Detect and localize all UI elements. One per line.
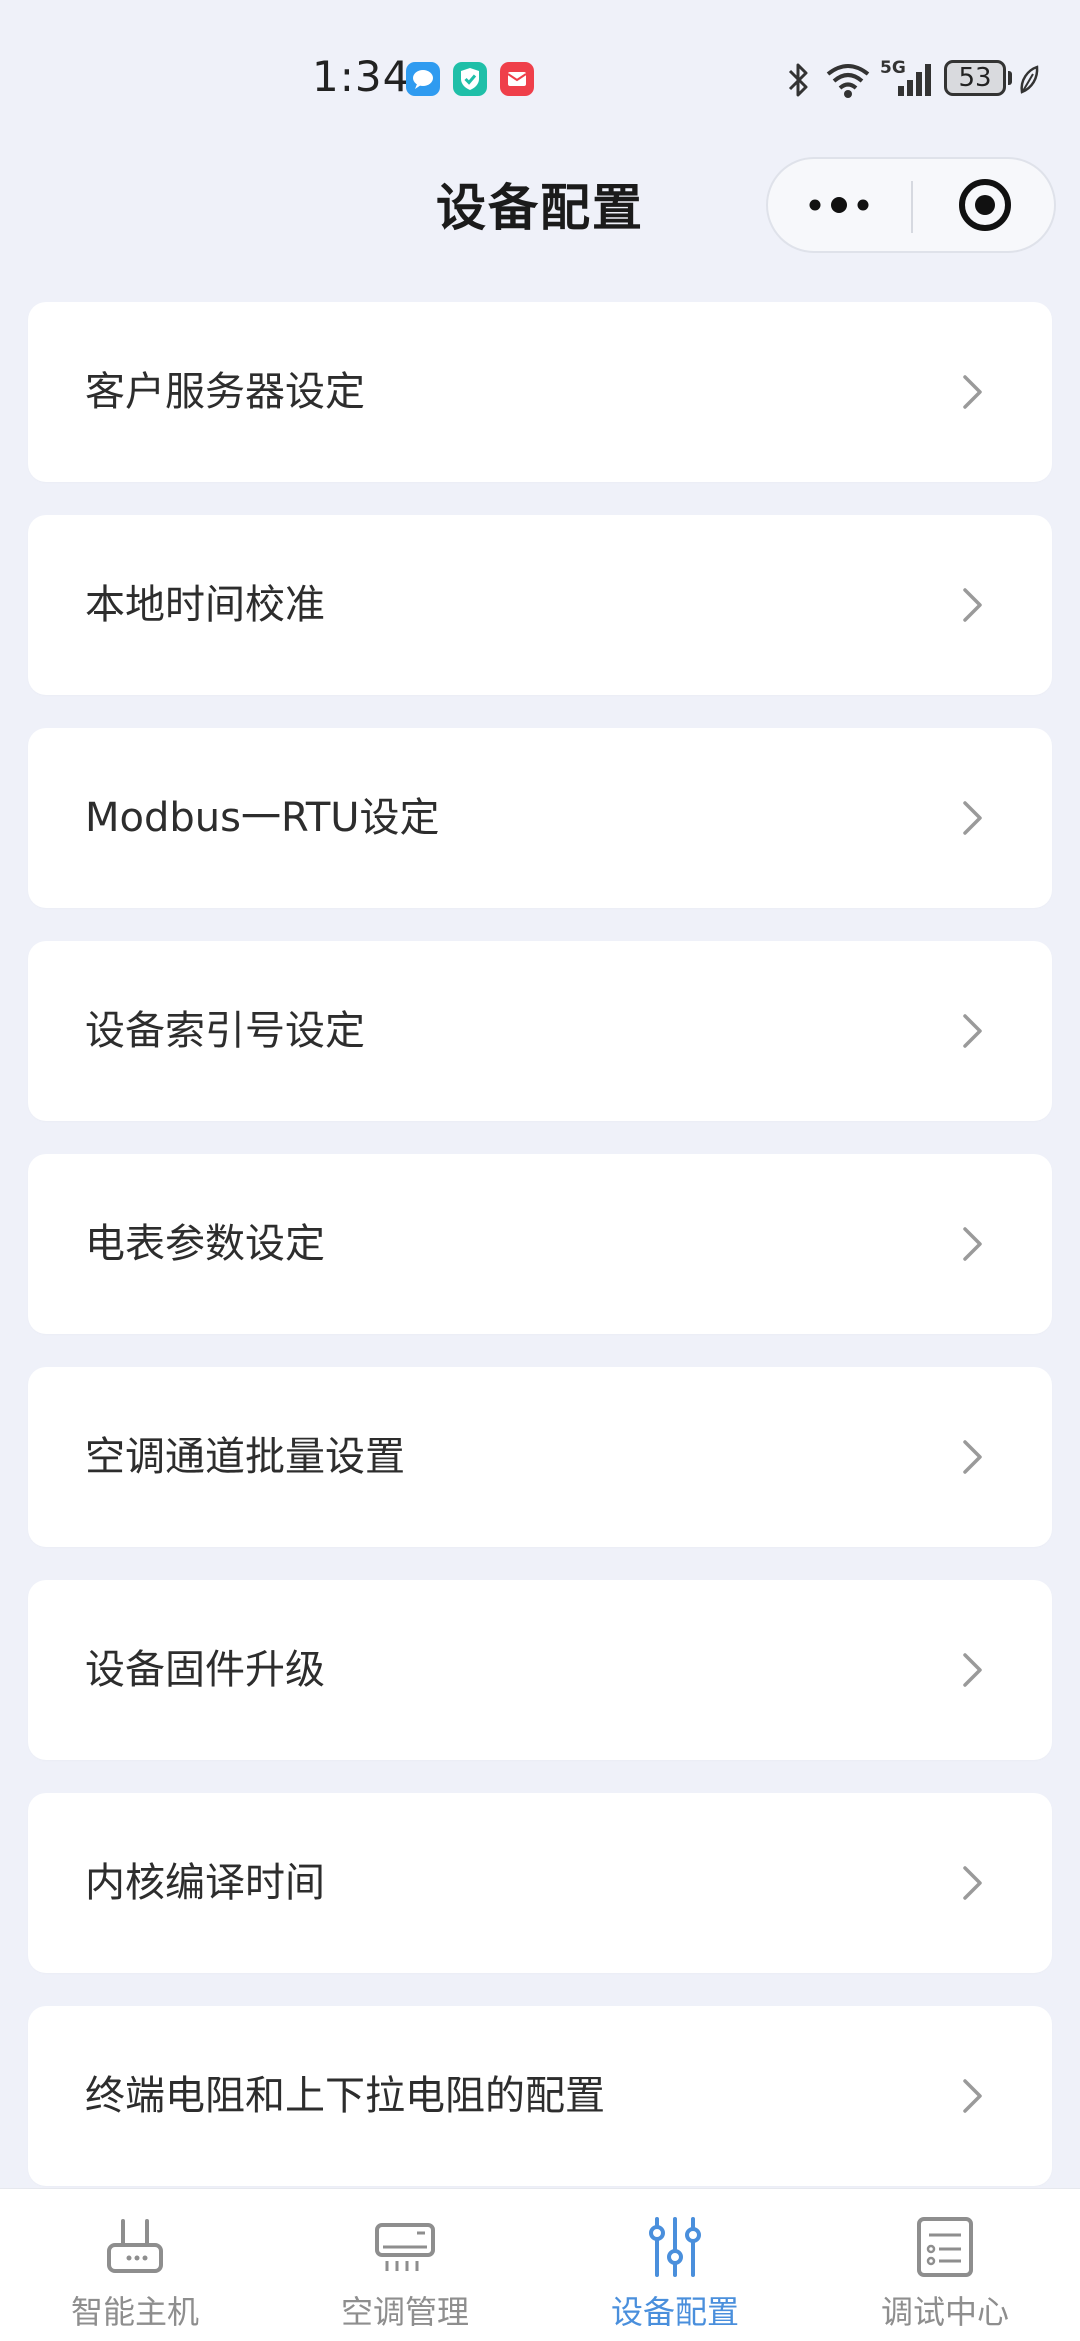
menu-item-meter-params[interactable]: 电表参数设定 <box>28 1154 1052 1334</box>
menu-item-terminal-resistor[interactable]: 终端电阻和上下拉电阻的配置 <box>28 2006 1052 2186</box>
bottom-tab-bar: 智能主机 空调管理 设备配置 调试中心 <box>0 2188 1080 2341</box>
settings-menu-list: 客户服务器设定 本地时间校准 Modbus一RTU设定 设备索引号设定 电表参数… <box>28 302 1052 2219</box>
menu-item-label: Modbus一RTU设定 <box>85 795 440 841</box>
close-button[interactable] <box>914 159 1056 251</box>
sliders-icon <box>649 2217 701 2277</box>
menu-item-label: 电表参数设定 <box>85 1221 325 1267</box>
status-bar: 1:34 5G 53 <box>0 0 1080 150</box>
more-button[interactable] <box>768 159 910 251</box>
battery-tip <box>1008 71 1012 85</box>
chevron-right-icon <box>963 375 982 409</box>
mail-notification-icon <box>500 62 534 96</box>
tab-label: 设备配置 <box>610 2293 739 2331</box>
tab-smart-host[interactable]: 智能主机 <box>0 2189 270 2341</box>
menu-item-customer-server[interactable]: 客户服务器设定 <box>28 302 1052 482</box>
tab-label: 智能主机 <box>70 2293 199 2331</box>
tab-label: 调试中心 <box>880 2293 1009 2331</box>
tab-ac-management[interactable]: 空调管理 <box>270 2189 540 2341</box>
menu-item-firmware-upgrade[interactable]: 设备固件升级 <box>28 1580 1052 1760</box>
shield-notification-icon <box>453 62 487 96</box>
menu-item-label: 终端电阻和上下拉电阻的配置 <box>85 2073 605 2119</box>
wifi-icon <box>826 64 870 98</box>
mini-program-capsule <box>766 157 1056 253</box>
bluetooth-icon <box>788 63 808 97</box>
chevron-right-icon <box>963 2079 982 2113</box>
checklist-icon <box>917 2217 973 2277</box>
tab-debug-center[interactable]: 调试中心 <box>810 2189 1080 2341</box>
menu-item-local-time[interactable]: 本地时间校准 <box>28 515 1052 695</box>
tab-device-config[interactable]: 设备配置 <box>540 2189 810 2341</box>
capsule-divider <box>911 181 913 233</box>
status-time: 1:34 <box>312 52 411 101</box>
menu-item-label: 设备索引号设定 <box>85 1008 365 1054</box>
target-close-icon <box>959 179 1011 231</box>
chevron-right-icon <box>963 588 982 622</box>
menu-item-ac-channel-batch[interactable]: 空调通道批量设置 <box>28 1367 1052 1547</box>
chevron-right-icon <box>963 1440 982 1474</box>
menu-item-label: 内核编译时间 <box>85 1860 325 1906</box>
tab-label: 空调管理 <box>340 2293 469 2331</box>
chat-notification-icon <box>406 62 440 96</box>
more-dots-icon <box>809 197 869 213</box>
chevron-right-icon <box>963 1866 982 1900</box>
leaf-icon <box>1020 65 1039 94</box>
menu-item-device-index[interactable]: 设备索引号设定 <box>28 941 1052 1121</box>
menu-item-label: 本地时间校准 <box>85 582 325 628</box>
menu-item-label: 设备固件升级 <box>85 1647 325 1693</box>
air-conditioner-icon <box>375 2223 435 2271</box>
battery-indicator: 53 <box>944 60 1006 96</box>
signal-icon <box>898 64 931 96</box>
menu-item-modbus-rtu[interactable]: Modbus一RTU设定 <box>28 728 1052 908</box>
menu-item-kernel-build-time[interactable]: 内核编译时间 <box>28 1793 1052 1973</box>
menu-item-label: 空调通道批量设置 <box>85 1434 405 1480</box>
chevron-right-icon <box>963 1653 982 1687</box>
chevron-right-icon <box>963 801 982 835</box>
chevron-right-icon <box>963 1014 982 1048</box>
menu-item-label: 客户服务器设定 <box>85 369 365 415</box>
router-icon <box>107 2219 163 2273</box>
chevron-right-icon <box>963 1227 982 1261</box>
